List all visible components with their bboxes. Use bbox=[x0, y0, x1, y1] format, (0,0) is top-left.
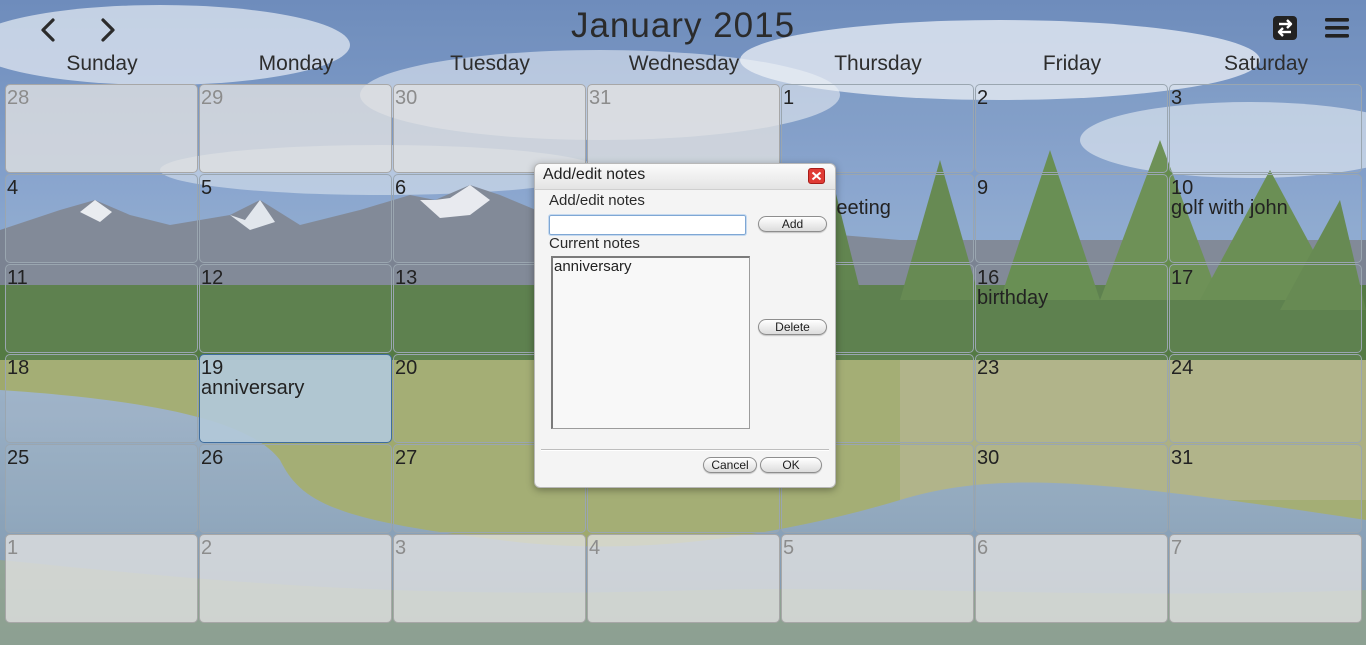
calendar-day-cell[interactable]: 9 bbox=[975, 174, 1168, 263]
dialog-titlebar[interactable]: Add/edit notes bbox=[535, 164, 835, 190]
calendar-day-cell[interactable]: 2 bbox=[975, 84, 1168, 173]
calendar-day-cell[interactable]: 26 bbox=[199, 444, 392, 533]
calendar-day-cell[interactable]: 25 bbox=[5, 444, 198, 533]
day-number: 29 bbox=[201, 87, 224, 109]
calendar-day-cell[interactable]: 6 bbox=[975, 534, 1168, 623]
day-number: 25 bbox=[7, 447, 30, 469]
current-notes-label: Current notes bbox=[549, 235, 640, 252]
calendar-day-cell[interactable]: 1 bbox=[781, 84, 974, 173]
chevron-left-icon bbox=[41, 18, 55, 42]
day-number: 9 bbox=[977, 177, 989, 199]
add-edit-notes-label: Add/edit notes bbox=[549, 192, 645, 209]
chevron-right-icon bbox=[101, 18, 115, 42]
calendar-day-cell[interactable]: 31 bbox=[587, 84, 780, 173]
calendar-day-cell[interactable]: 29 bbox=[199, 84, 392, 173]
day-number: 4 bbox=[7, 177, 19, 199]
day-number: 13 bbox=[395, 267, 418, 289]
weekday-thursday: Thursday bbox=[834, 52, 922, 75]
calendar-day-cell[interactable]: 30 bbox=[975, 444, 1168, 533]
day-number: 1 bbox=[7, 537, 19, 559]
day-number: 31 bbox=[589, 87, 612, 109]
month-title: January 2015 bbox=[570, 6, 796, 45]
calendar-day-cell[interactable]: 24 bbox=[1169, 354, 1362, 443]
day-note: anniversary bbox=[201, 377, 305, 399]
day-number: 11 bbox=[7, 267, 28, 289]
day-number: 30 bbox=[977, 447, 1000, 469]
weekday-header: Sunday Monday Tuesday Wednesday Thursday… bbox=[5, 52, 1363, 82]
calendar-day-cell[interactable]: 7 bbox=[1169, 534, 1362, 623]
day-number: 3 bbox=[1171, 87, 1183, 109]
calendar-day-cell[interactable]: 11 bbox=[5, 264, 198, 353]
day-number: 19 bbox=[201, 357, 224, 379]
calendar-day-cell[interactable]: 3 bbox=[393, 534, 586, 623]
add-edit-notes-dialog: Add/edit notes Add/edit notes Add Curren… bbox=[534, 163, 836, 488]
day-number: 31 bbox=[1171, 447, 1194, 469]
day-number: 3 bbox=[395, 537, 407, 559]
weekday-sunday: Sunday bbox=[66, 52, 138, 75]
calendar-day-cell[interactable]: 4 bbox=[5, 174, 198, 263]
day-number: 23 bbox=[977, 357, 1000, 379]
hamburger-menu-icon bbox=[1325, 18, 1349, 38]
day-number: 10 bbox=[1171, 177, 1194, 199]
weekday-friday: Friday bbox=[1042, 52, 1102, 75]
calendar-day-cell[interactable]: 31 bbox=[1169, 444, 1362, 533]
day-number: 5 bbox=[201, 177, 213, 199]
day-number: 6 bbox=[977, 537, 989, 559]
day-number: 18 bbox=[7, 357, 30, 379]
calendar-day-cell[interactable]: 5 bbox=[781, 534, 974, 623]
day-number: 6 bbox=[395, 177, 407, 199]
current-notes-list[interactable]: anniversary bbox=[551, 256, 750, 429]
calendar-day-cell[interactable]: 30 bbox=[393, 84, 586, 173]
weekday-monday: Monday bbox=[258, 52, 334, 75]
switch-view-button[interactable] bbox=[1272, 15, 1300, 43]
day-number: 4 bbox=[589, 537, 601, 559]
day-number: 20 bbox=[395, 357, 418, 379]
dialog-title: Add/edit notes bbox=[543, 166, 646, 183]
day-number: 5 bbox=[783, 537, 795, 559]
calendar-day-cell[interactable]: 16 birthday bbox=[975, 264, 1168, 353]
day-number: 30 bbox=[395, 87, 418, 109]
close-icon bbox=[811, 171, 822, 181]
day-number: 16 bbox=[977, 267, 1000, 289]
day-number: 24 bbox=[1171, 357, 1194, 379]
weekday-wednesday: Wednesday bbox=[628, 52, 740, 75]
day-note: birthday bbox=[977, 287, 1049, 309]
weekday-saturday: Saturday bbox=[1223, 52, 1309, 75]
calendar-day-cell[interactable]: 1 bbox=[5, 534, 198, 623]
swap-icon bbox=[1273, 16, 1297, 40]
calendar-day-cell[interactable]: 5 bbox=[199, 174, 392, 263]
day-number: 28 bbox=[7, 87, 30, 109]
calendar-day-cell[interactable]: 18 bbox=[5, 354, 198, 443]
day-number: 26 bbox=[201, 447, 224, 469]
day-number: 2 bbox=[977, 87, 989, 109]
calendar-day-cell[interactable]: 10 golf with john bbox=[1169, 174, 1362, 263]
day-number: 2 bbox=[201, 537, 213, 559]
day-number: 1 bbox=[783, 87, 795, 109]
next-month-button[interactable] bbox=[93, 14, 123, 46]
delete-button[interactable]: Delete bbox=[758, 319, 827, 335]
weekday-tuesday: Tuesday bbox=[450, 52, 530, 75]
note-input[interactable] bbox=[548, 214, 747, 236]
add-button[interactable]: Add bbox=[758, 216, 827, 232]
calendar-day-cell[interactable]: 12 bbox=[199, 264, 392, 353]
day-number: 7 bbox=[1171, 537, 1183, 559]
calendar-day-cell[interactable]: 28 bbox=[5, 84, 198, 173]
cancel-button[interactable]: Cancel bbox=[703, 457, 757, 473]
list-item[interactable]: anniversary bbox=[553, 258, 749, 276]
previous-month-button[interactable] bbox=[33, 14, 63, 46]
day-number: 12 bbox=[201, 267, 224, 289]
dialog-close-button[interactable] bbox=[808, 168, 825, 184]
calendar-day-cell[interactable]: 23 bbox=[975, 354, 1168, 443]
ok-button[interactable]: OK bbox=[760, 457, 822, 473]
dialog-divider bbox=[541, 449, 829, 451]
day-note: golf with john bbox=[1171, 197, 1288, 219]
calendar-day-cell[interactable]: 3 bbox=[1169, 84, 1362, 173]
calendar-day-cell[interactable]: 19 anniversary bbox=[199, 354, 392, 443]
menu-button[interactable] bbox=[1324, 15, 1352, 43]
calendar-day-cell[interactable]: 2 bbox=[199, 534, 392, 623]
day-number: 17 bbox=[1171, 267, 1194, 289]
day-number: 27 bbox=[395, 447, 418, 469]
calendar-day-cell[interactable]: 4 bbox=[587, 534, 780, 623]
calendar-day-cell[interactable]: 17 bbox=[1169, 264, 1362, 353]
